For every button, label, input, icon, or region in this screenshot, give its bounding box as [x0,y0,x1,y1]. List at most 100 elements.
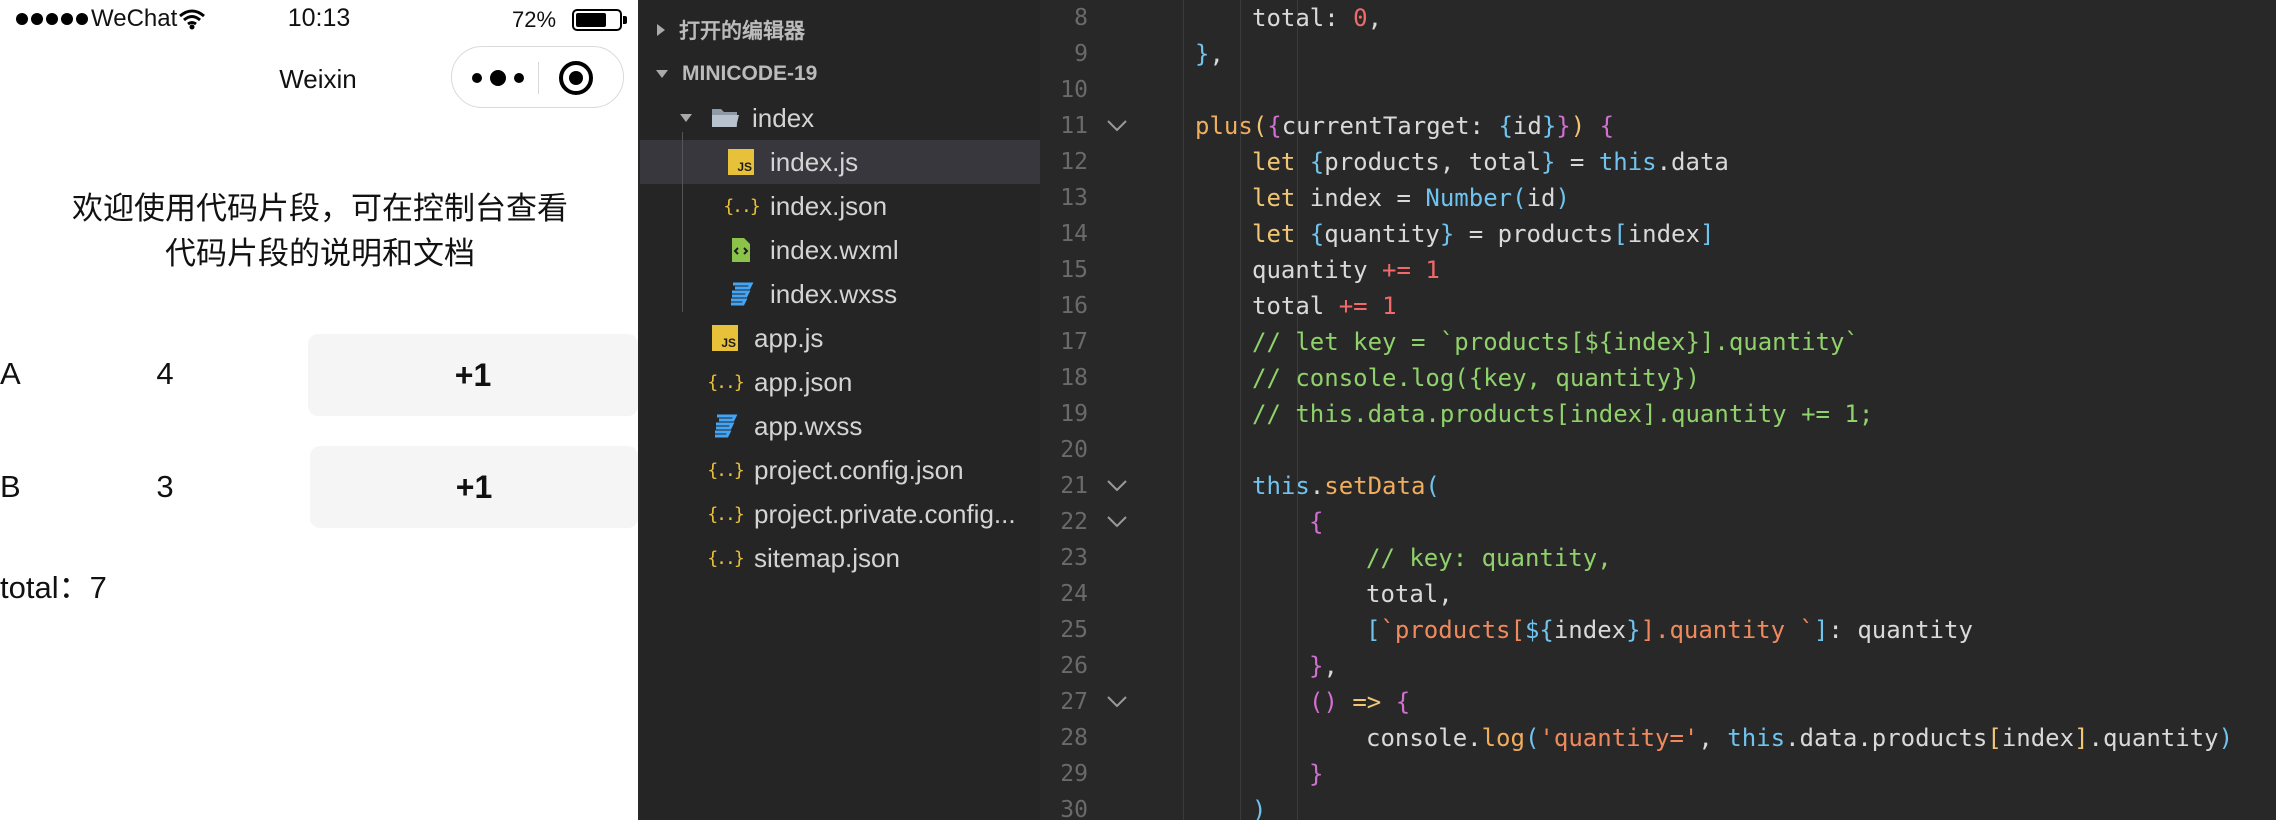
code-token: 1 [1382,292,1397,320]
welcome-line-2: 代码片段的说明和文档 [165,236,475,271]
code-token: products [1324,148,1440,176]
close-miniprogram-icon[interactable] [558,60,594,96]
line-number: 15 [1060,257,1088,283]
product-name: A [0,356,21,391]
code-token: [ [1987,724,2002,752]
code-token: // this.data.products[index].quantity +=… [1252,400,1874,428]
js-file-icon: JS [728,149,754,175]
code-line: let index = Number(id) [1252,180,1570,216]
tree-item-label: index.wxml [770,234,899,265]
code-token: this [1252,472,1310,500]
code-line: { [1309,504,1323,540]
plus-one-button[interactable]: +1 [308,334,638,416]
code-token: products [1497,220,1614,248]
code-token: let [1252,184,1310,212]
code-token: += [1382,256,1411,284]
file-explorer: 打开的编辑器 MINICODE-19 index JS index.js {..… [640,0,1040,820]
fold-chevron-icon[interactable] [1106,515,1128,529]
code-token: .data.products [1785,724,1988,752]
code-token: } [1626,616,1641,644]
tree-file-index-js[interactable]: JS index.js [640,140,1040,184]
code-token: = [1382,184,1426,212]
code-line: }, [1195,36,1224,72]
code-token: } [1439,220,1455,248]
tree-file-index-wxml[interactable]: index.wxml [640,228,1040,272]
welcome-line-1: 欢迎使用代码片段，可在控制台查看 [72,191,568,226]
tree-file-project-private-config[interactable]: {..} project.private.config... [640,492,1040,536]
indent-guide [1183,0,1184,820]
code-token: this [1727,724,1786,752]
tree-item-label: index.wxss [770,278,898,309]
tree-folder-index[interactable]: index [640,96,1040,140]
code-line: total: 0, [1252,0,1382,36]
json-file-icon: {..} [707,503,744,525]
code-line: total += 1 [1252,288,1397,324]
code-token: ] [1699,220,1715,248]
status-bar: WeChat 10:13 72% [0,0,638,40]
code-token: } [1541,148,1556,176]
tree-file-index-json[interactable]: {..} index.json [640,184,1040,228]
tree-file-app-js[interactable]: JS app.js [640,316,1040,360]
line-number: 29 [1060,761,1088,787]
line-number: 10 [1060,77,1088,103]
code-token: let [1252,220,1310,248]
line-number: 18 [1060,365,1088,391]
code-token: id [1512,112,1542,140]
code-token: { [1599,112,1615,140]
js-file-icon: JS [712,325,738,351]
fold-chevron-icon[interactable] [1106,695,1128,709]
code-line: total, [1366,576,1453,612]
code-token: ] [2074,724,2089,752]
fold-chevron-icon[interactable] [1106,119,1128,133]
code-line: [`products[${index}].quantity `]: quanti… [1366,612,1973,648]
code-token: ) [1570,112,1586,140]
tree-file-index-wxss[interactable]: index.wxss [640,272,1040,316]
line-number: 21 [1060,473,1088,499]
tree-file-project-config[interactable]: {..} project.config.json [640,448,1040,492]
code-token: this [1598,148,1657,176]
tree-file-app-wxss[interactable]: app.wxss [640,404,1040,448]
line-number: 11 [1060,113,1088,139]
code-token: id [1526,184,1556,212]
code-token: = [1454,220,1498,248]
code-token: = [1555,148,1599,176]
json-file-icon: {..} [707,459,744,481]
code-line: this.setData( [1252,468,1440,504]
json-file-icon: {..} [707,371,744,393]
project-name: MINICODE-19 [682,62,818,85]
code-token: log [1481,724,1525,752]
code-line: console.log('quantity=', this.data.produ… [1366,720,2233,756]
code-token: .quantity [2088,724,2219,752]
code-token: : [1828,616,1858,644]
code-token: . [1467,724,1482,752]
code-token: ( [1252,112,1268,140]
code-token: ].quantity ` [1640,616,1814,644]
open-editors-label: 打开的编辑器 [679,20,805,43]
tree-file-sitemap[interactable]: {..} sitemap.json [640,536,1040,580]
code-token: ${ [1524,616,1554,644]
line-number: 20 [1060,437,1088,463]
line-number: 25 [1060,617,1088,643]
code-token: setData [1324,472,1426,500]
plus-one-button[interactable]: +1 [310,446,638,528]
code-token: 'quantity=' [1539,724,1699,752]
line-number: 17 [1060,329,1088,355]
folder-open-icon [712,109,739,127]
product-quantity: 3 [156,469,174,504]
code-token: index [2001,724,2075,752]
more-icon[interactable] [470,67,526,89]
fold-chevron-icon[interactable] [1106,479,1128,493]
code-editor[interactable]: 8 total: 0, 9}, 10 11 plus({currentTarget: {i… [1040,0,2276,820]
open-editors-header[interactable]: 打开的编辑器 [640,8,1040,52]
code-token: total [1252,4,1325,32]
line-number: 13 [1060,185,1088,211]
battery-icon [572,9,627,31]
project-header[interactable]: MINICODE-19 [640,52,1040,96]
code-token: total [1468,148,1541,176]
chevron-down-icon [680,114,692,122]
code-token: total [1252,292,1339,320]
code-token: } [1541,112,1557,140]
line-number: 28 [1060,725,1088,751]
code-token: 1 [1425,256,1440,284]
tree-file-app-json[interactable]: {..} app.json [640,360,1040,404]
